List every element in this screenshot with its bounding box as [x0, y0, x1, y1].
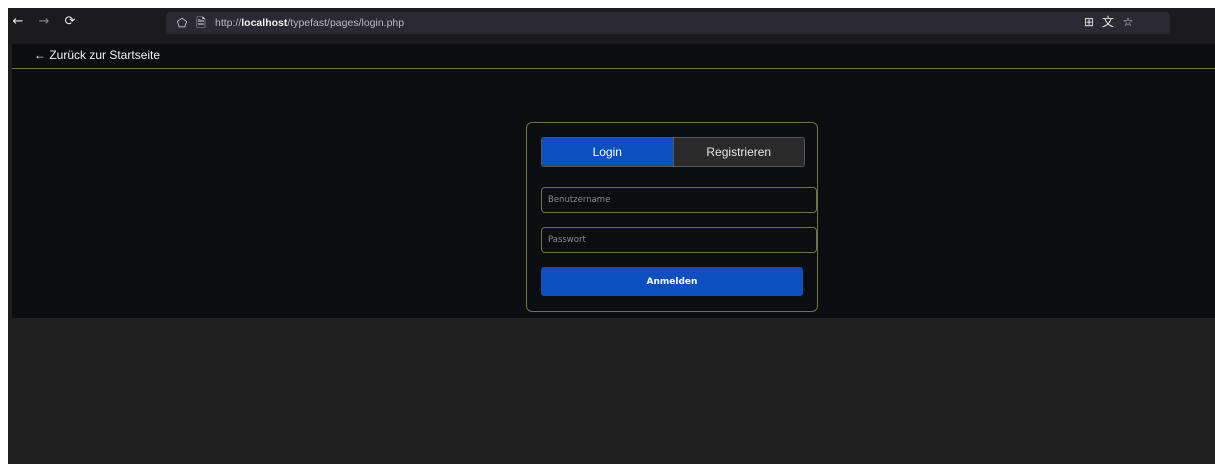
url-prefix: http:// — [215, 17, 242, 29]
page-header: ← Zurück zur Startseite — [12, 44, 1215, 69]
auth-tabs: Login Registrieren — [541, 137, 805, 167]
page-info-icon[interactable]: 🗎 — [193, 14, 209, 32]
password-input[interactable] — [541, 227, 817, 253]
url-host: localhost — [241, 17, 288, 29]
translate-icon[interactable]: 文 — [1099, 13, 1117, 31]
back-to-home-link[interactable]: ← Zurück zur Startseite — [34, 48, 160, 62]
address-bar[interactable]: ⬠ 🗎 http://localhost/typefast/pages/logi… — [166, 12, 1170, 34]
browser-window: ← → ⟳ ⬠ 🗎 http://localhost/typefast/page… — [8, 8, 1215, 464]
login-card: Login Registrieren Anmelden — [526, 122, 818, 312]
browser-toolbar: ← → ⟳ ⬠ 🗎 http://localhost/typefast/page… — [8, 8, 1215, 44]
tracking-protection-shield-icon[interactable]: ⬠ — [174, 14, 190, 32]
page-content: ← Zurück zur Startseite Login Registrier… — [12, 44, 1215, 318]
login-submit-button[interactable]: Anmelden — [541, 267, 803, 296]
tab-login[interactable]: Login — [542, 138, 673, 166]
url-text[interactable]: http://localhost/typefast/pages/login.ph… — [215, 16, 404, 30]
forward-arrow-icon[interactable]: → — [34, 12, 54, 32]
username-input[interactable] — [541, 187, 817, 213]
reload-icon[interactable]: ⟳ — [60, 12, 80, 32]
url-path: /typefast/pages/login.php — [287, 17, 405, 29]
bookmark-star-icon[interactable]: ☆ — [1119, 13, 1137, 31]
back-arrow-icon[interactable]: ← — [8, 12, 28, 32]
tab-register[interactable]: Registrieren — [672, 138, 804, 166]
reader-view-icon[interactable]: ⊞ — [1080, 13, 1098, 31]
